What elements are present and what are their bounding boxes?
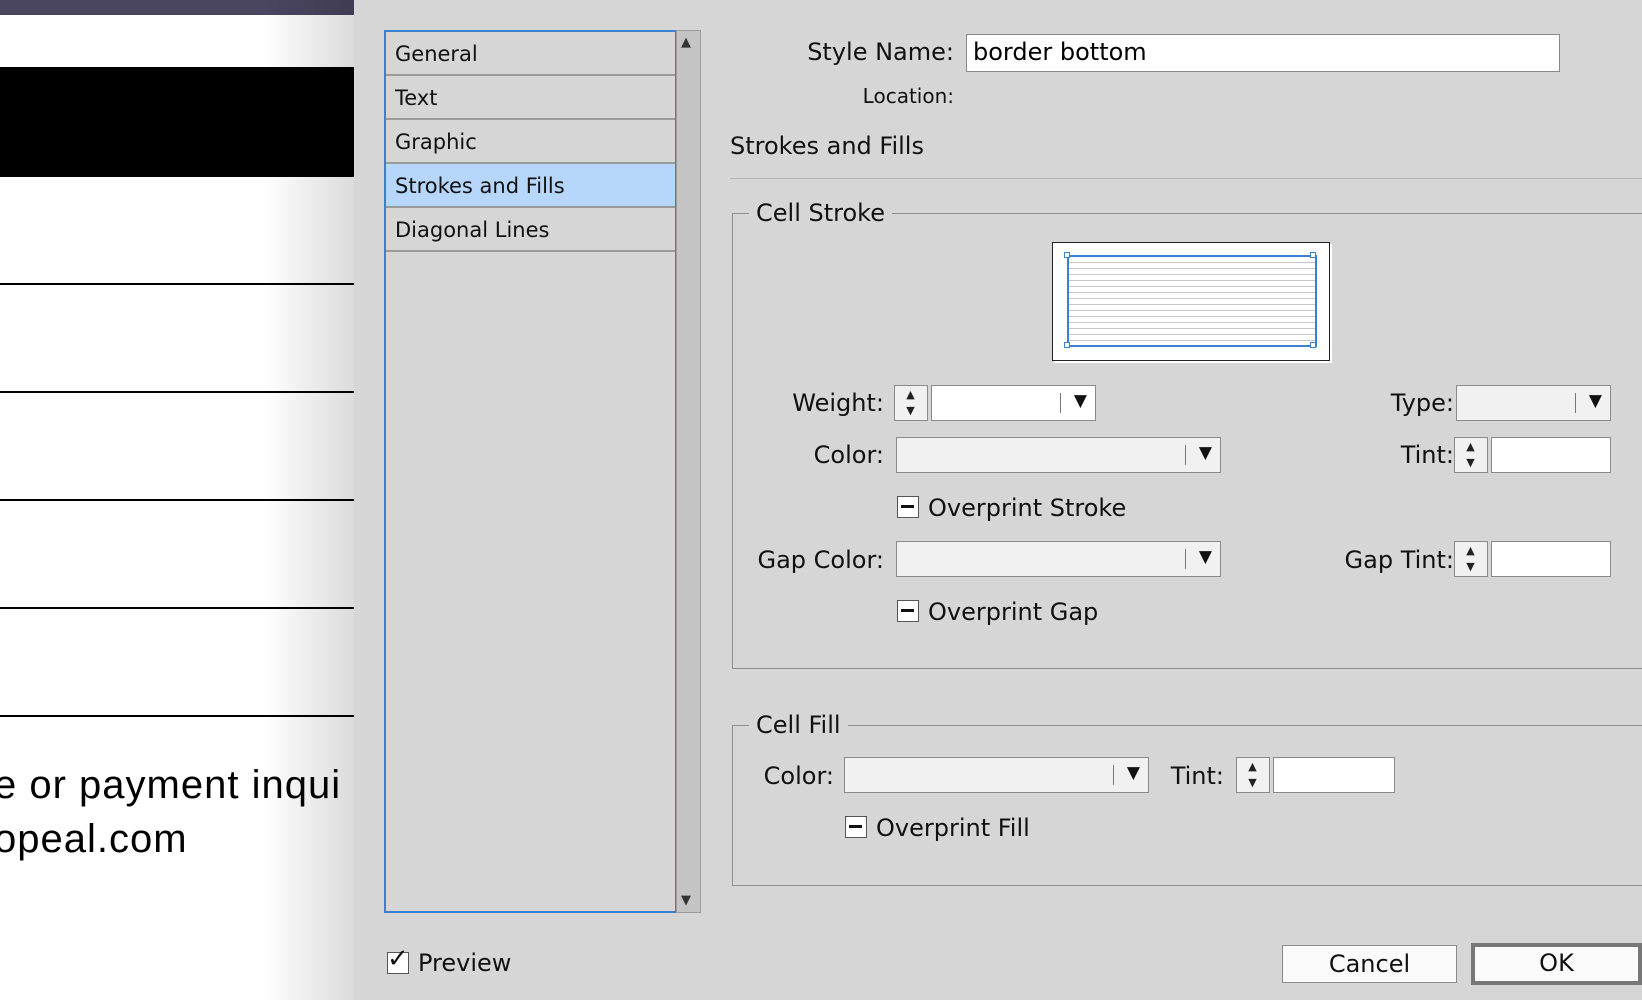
mixed-state-icon	[901, 505, 914, 508]
stepper-up-icon[interactable]: ▲	[895, 387, 926, 403]
category-item-strokes-and-fills[interactable]: Strokes and Fills	[386, 164, 675, 208]
stepper-down-icon[interactable]: ▼	[1455, 455, 1486, 471]
type-label: Type:	[1390, 389, 1454, 417]
proxy-handle-top-left[interactable]	[1064, 252, 1070, 258]
stroke-proxy-preview[interactable]	[1052, 242, 1330, 361]
gap-tint-label: Gap Tint:	[1344, 546, 1454, 574]
combo-separator	[1185, 445, 1186, 465]
stepper-up-icon[interactable]: ▲	[1455, 543, 1486, 559]
cell-stroke-title: Cell Stroke	[749, 199, 892, 227]
category-list[interactable]: General Text Graphic Strokes and Fills D…	[384, 30, 677, 913]
fill-color-dropdown[interactable]: ▼	[844, 757, 1149, 793]
gap-tint-input[interactable]	[1491, 541, 1611, 577]
ok-button[interactable]: OK	[1471, 943, 1642, 985]
category-item-graphic[interactable]: Graphic	[386, 120, 675, 164]
mixed-state-icon	[849, 825, 862, 828]
gap-color-dropdown[interactable]: ▼	[896, 541, 1221, 577]
proxy-handle-bottom-right[interactable]	[1310, 342, 1316, 348]
combo-separator	[1060, 393, 1061, 413]
document-text-line-2: opeal.com	[0, 817, 188, 861]
stroke-proxy-cell[interactable]	[1067, 255, 1317, 347]
stepper-up-icon[interactable]: ▲	[1237, 759, 1268, 775]
category-item-diagonal-lines[interactable]: Diagonal Lines	[386, 208, 675, 252]
category-item-general[interactable]: General	[386, 32, 675, 76]
dialog-shadow	[264, 0, 354, 1000]
stroke-tint-stepper[interactable]: ▲ ▼	[1454, 437, 1488, 473]
cancel-button[interactable]: Cancel	[1282, 945, 1457, 983]
proxy-handle-bottom-left[interactable]	[1064, 342, 1070, 348]
overprint-gap-checkbox[interactable]	[897, 600, 919, 622]
scroll-down-icon[interactable]: ▼	[681, 893, 691, 908]
chevron-down-icon[interactable]: ▼	[1127, 763, 1140, 783]
proxy-handle-top-right[interactable]	[1310, 252, 1316, 258]
stroke-tint-input[interactable]	[1491, 437, 1611, 473]
style-name-label: Style Name:	[807, 38, 954, 66]
section-divider	[730, 178, 1642, 179]
chevron-down-icon[interactable]: ▼	[1199, 443, 1212, 463]
combo-separator	[1185, 549, 1186, 569]
preview-label[interactable]: Preview	[418, 949, 511, 977]
background-document: e or payment inqui opeal.com	[0, 0, 354, 1000]
stroke-tint-label: Tint:	[1400, 441, 1454, 469]
weight-combo[interactable]: ▼	[931, 385, 1096, 421]
cell-style-options-dialog: General Text Graphic Strokes and Fills D…	[354, 0, 1642, 1000]
category-item-text[interactable]: Text	[386, 76, 675, 120]
chevron-down-icon[interactable]: ▼	[1589, 391, 1602, 411]
mixed-state-icon	[901, 609, 914, 612]
overprint-stroke-checkbox[interactable]	[897, 496, 919, 518]
overprint-gap-label[interactable]: Overprint Gap	[928, 598, 1098, 626]
combo-separator	[1575, 393, 1576, 413]
style-name-input[interactable]: border bottom	[966, 34, 1560, 72]
gap-color-label: Gap Color:	[757, 546, 885, 574]
preview-checkbox[interactable]: ✓	[387, 944, 409, 974]
overprint-stroke-label[interactable]: Overprint Stroke	[928, 494, 1126, 522]
fill-color-label: Color:	[763, 762, 834, 790]
stepper-down-icon[interactable]: ▼	[895, 403, 926, 419]
stepper-up-icon[interactable]: ▲	[1455, 439, 1486, 455]
gap-tint-stepper[interactable]: ▲ ▼	[1454, 541, 1488, 577]
chevron-down-icon[interactable]: ▼	[1074, 391, 1087, 411]
stroke-color-label: Color:	[813, 441, 884, 469]
stroke-color-dropdown[interactable]: ▼	[896, 437, 1221, 473]
check-mark-icon: ✓	[387, 944, 409, 974]
stepper-down-icon[interactable]: ▼	[1455, 559, 1486, 575]
category-list-scrollbar[interactable]: ▲ ▼	[676, 30, 701, 913]
weight-label: Weight:	[792, 389, 884, 417]
stepper-down-icon[interactable]: ▼	[1237, 775, 1268, 791]
combo-separator	[1113, 765, 1114, 785]
chevron-down-icon[interactable]: ▼	[1199, 547, 1212, 567]
cell-fill-title: Cell Fill	[749, 711, 848, 739]
location-label: Location:	[862, 84, 954, 108]
stroke-type-dropdown[interactable]: ▼	[1456, 385, 1611, 421]
overprint-fill-label[interactable]: Overprint Fill	[876, 814, 1030, 842]
weight-stepper[interactable]: ▲ ▼	[894, 385, 928, 421]
fill-tint-stepper[interactable]: ▲ ▼	[1236, 757, 1270, 793]
fill-tint-input[interactable]	[1273, 757, 1395, 793]
cell-fill-group	[732, 725, 1642, 886]
section-title: Strokes and Fills	[730, 132, 924, 160]
overprint-fill-checkbox[interactable]	[845, 816, 867, 838]
fill-tint-label: Tint:	[1170, 762, 1224, 790]
scroll-up-icon[interactable]: ▲	[681, 35, 691, 50]
